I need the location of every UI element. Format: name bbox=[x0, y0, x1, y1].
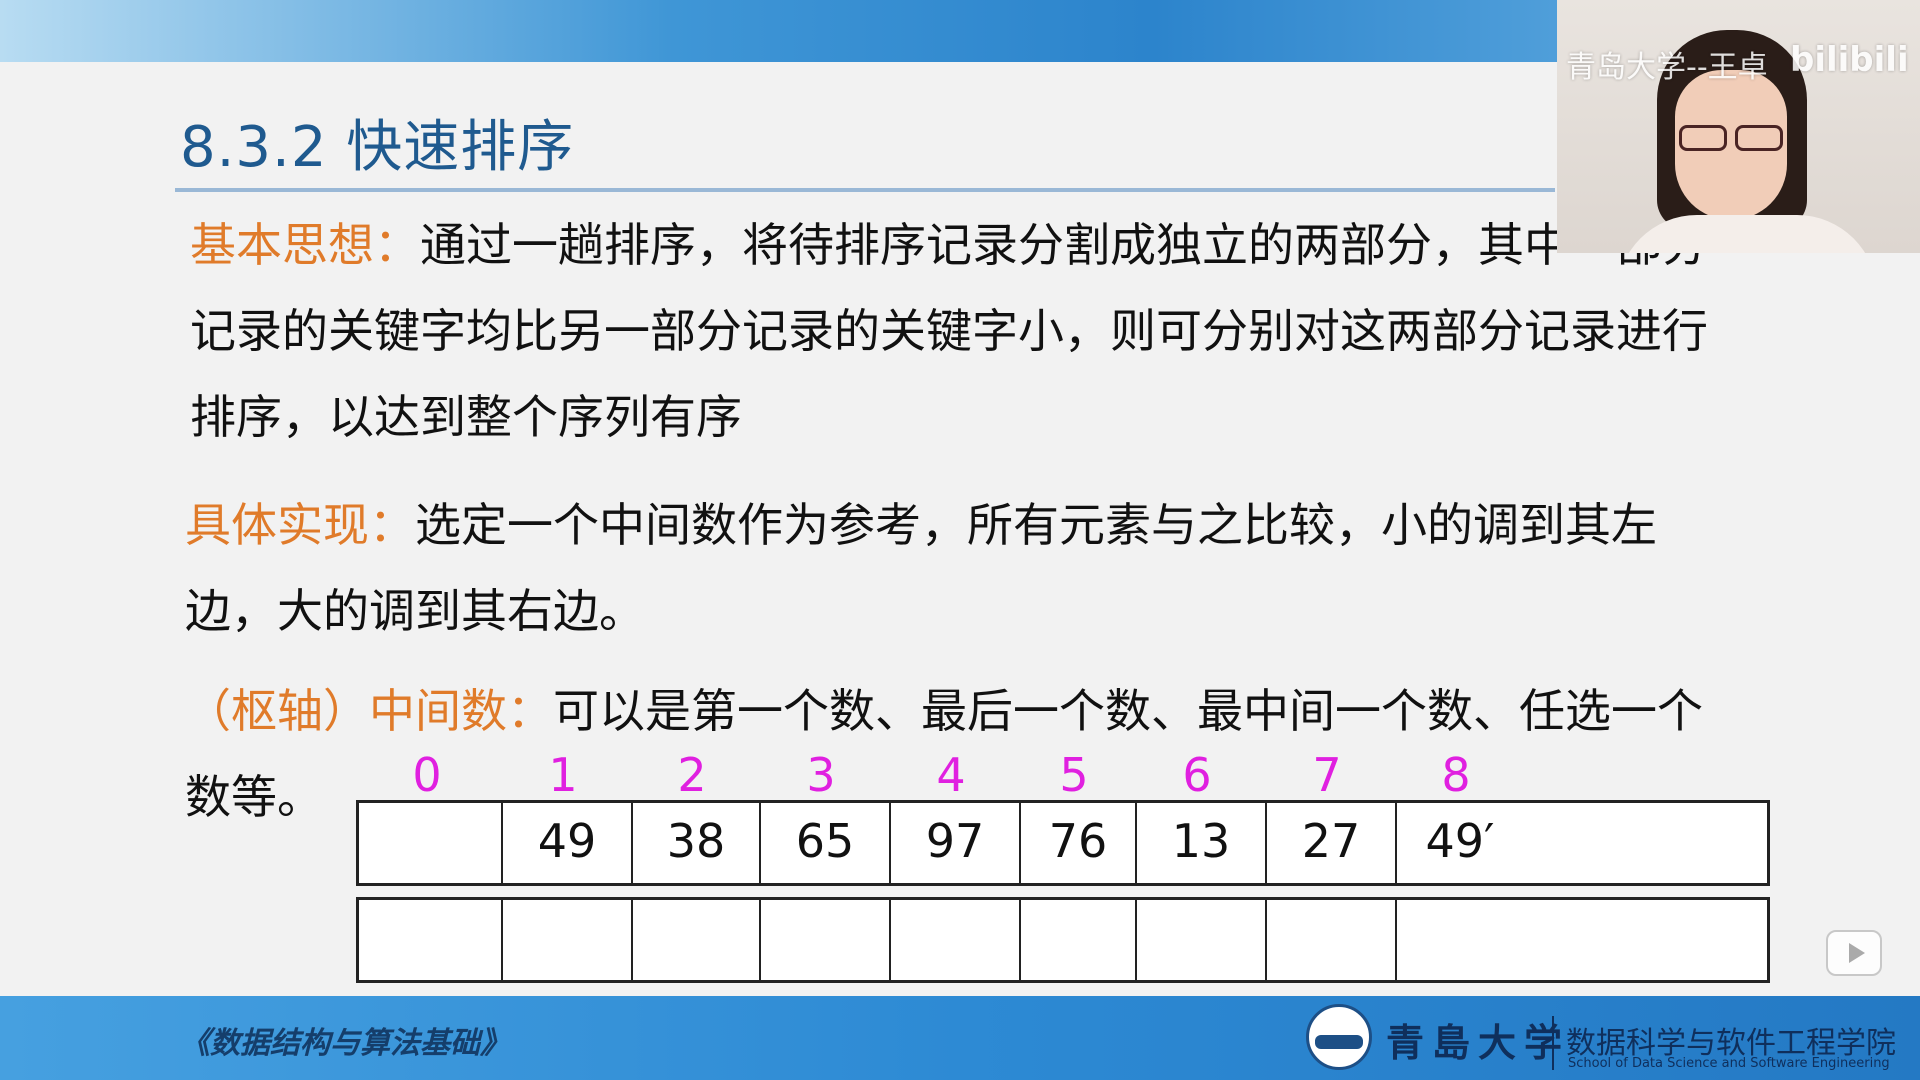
array-value-cell: 27 bbox=[1265, 803, 1395, 883]
array-value-cell: 49′ bbox=[1395, 803, 1523, 883]
array-index-label: 8 bbox=[1441, 748, 1471, 802]
array-values-row: 49 38 65 97 76 13 27 49′ bbox=[356, 800, 1770, 886]
array-value-cell: 76 bbox=[1019, 803, 1135, 883]
university-emblem-icon bbox=[1306, 1004, 1372, 1070]
basic-idea-paragraph: 基本思想：通过一趟排序，将待排序记录分割成独立的两部分，其中一部分记录的关键字均… bbox=[190, 202, 1750, 460]
array-empty-cell bbox=[759, 900, 889, 980]
slide-title: 8.3.2 快速排序 bbox=[180, 115, 575, 180]
array-index-row: 0 1 2 3 4 5 6 7 8 bbox=[356, 748, 1766, 802]
array-index-label: 2 bbox=[677, 748, 707, 802]
array-index-label: 1 bbox=[548, 748, 578, 802]
array-index-label: 7 bbox=[1312, 748, 1342, 802]
webcam-video bbox=[1557, 0, 1920, 253]
array-index-label: 5 bbox=[1059, 748, 1089, 802]
array-index-label: 3 bbox=[806, 748, 836, 802]
array-empty-cell bbox=[359, 900, 501, 980]
webcam-caption: 青岛大学--王卓 bbox=[1566, 50, 1768, 85]
array-empty-cell bbox=[1395, 900, 1523, 980]
footer-divider bbox=[1552, 1016, 1554, 1070]
array-empty-row bbox=[356, 897, 1770, 983]
university-name: 青島大学 bbox=[1386, 1020, 1571, 1065]
title-underline bbox=[175, 188, 1555, 192]
array-value-cell: 13 bbox=[1135, 803, 1265, 883]
array-empty-cell bbox=[1019, 900, 1135, 980]
array-index-label: 4 bbox=[936, 748, 966, 802]
array-index-label: 0 bbox=[412, 748, 442, 802]
array-value-cell bbox=[359, 803, 501, 883]
basic-idea-label: 基本思想： bbox=[190, 218, 420, 272]
play-icon[interactable] bbox=[1826, 930, 1882, 976]
array-empty-cell bbox=[889, 900, 1019, 980]
implementation-paragraph: 具体实现：选定一个中间数作为参考，所有元素与之比较，小的调到其左边，大的调到其右… bbox=[185, 482, 1725, 654]
bilibili-logo-icon: bilibili bbox=[1790, 40, 1909, 80]
array-empty-cell bbox=[1265, 900, 1395, 980]
course-title: 《数据结构与算法基础》 bbox=[180, 1026, 510, 1061]
array-value-cell: 65 bbox=[759, 803, 889, 883]
school-english-name: School of Data Science and Software Engi… bbox=[1568, 1056, 1890, 1071]
array-empty-cell bbox=[501, 900, 631, 980]
array-index-label: 6 bbox=[1182, 748, 1212, 802]
array-empty-cell bbox=[1135, 900, 1265, 980]
implementation-label: 具体实现： bbox=[185, 498, 415, 552]
pivot-label: （枢轴）中间数： bbox=[185, 684, 553, 738]
array-value-cell: 49 bbox=[501, 803, 631, 883]
array-value-cell: 97 bbox=[889, 803, 1019, 883]
array-empty-cell bbox=[631, 900, 759, 980]
array-value-cell: 38 bbox=[631, 803, 759, 883]
